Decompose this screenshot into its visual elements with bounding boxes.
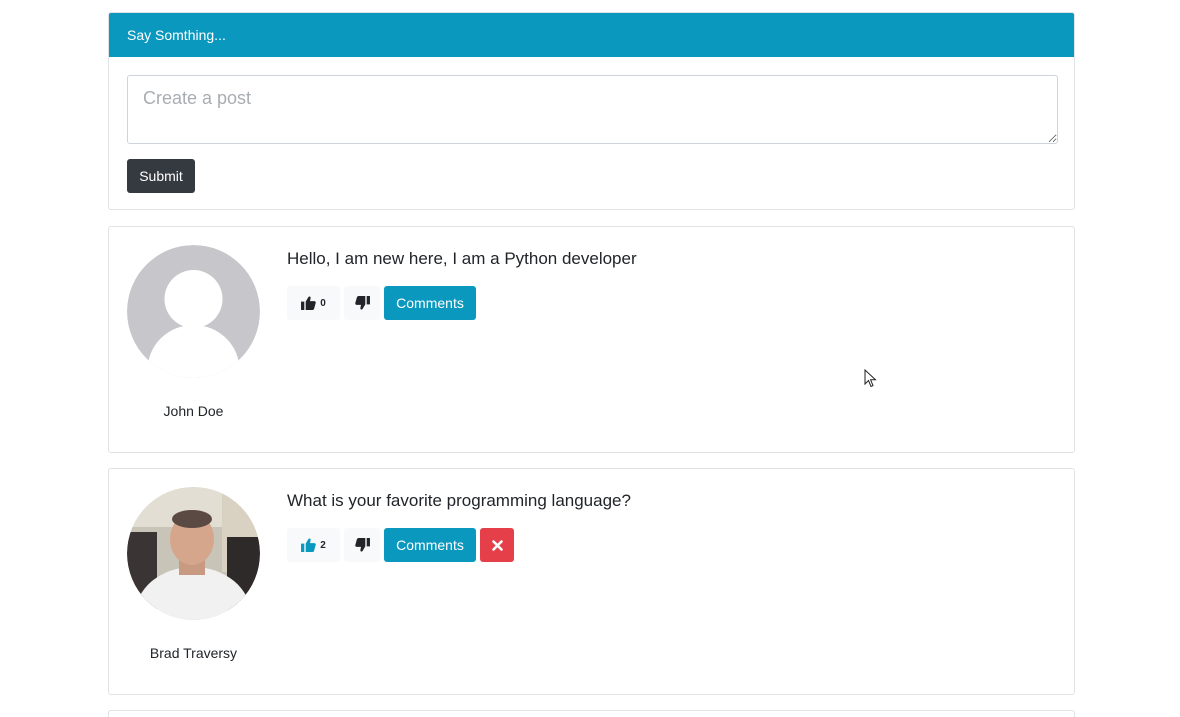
comments-button[interactable]: Comments (384, 286, 476, 320)
like-count: 0 (320, 297, 326, 309)
post-text: Hello, I am new here, I am a Python deve… (287, 249, 637, 268)
unlike-button[interactable] (344, 286, 380, 320)
post-item: John Doe Hello, I am new here, I am a Py… (108, 226, 1075, 453)
post-form-card: Say Somthing... Submit (108, 12, 1075, 210)
unlike-button[interactable] (344, 528, 380, 562)
delete-post-button[interactable] (480, 528, 514, 562)
like-button[interactable]: 0 (287, 286, 340, 320)
comments-button[interactable]: Comments (384, 528, 476, 562)
thumbs-up-icon (301, 296, 316, 310)
post-item: Brad Traversy What is your favorite prog… (108, 468, 1075, 695)
thumbs-up-icon (301, 538, 316, 552)
submit-button[interactable]: Submit (127, 159, 195, 193)
post-text-input[interactable] (127, 75, 1058, 144)
post-feed-page: Say Somthing... Submit John Doe Hello, I… (0, 0, 1180, 717)
like-count: 2 (320, 539, 326, 551)
post-form-header: Say Somthing... (109, 13, 1074, 57)
thumbs-down-icon (354, 296, 370, 310)
post-item (108, 710, 1075, 717)
mouse-cursor-icon (864, 369, 877, 388)
post-actions: 0 Comments (287, 286, 476, 320)
author-profile-link[interactable] (127, 245, 260, 378)
author-name: John Doe (163, 403, 224, 419)
post-actions: 2 Comments (287, 528, 514, 562)
thumbs-down-icon (354, 538, 370, 552)
post-text: What is your favorite programming langua… (287, 491, 631, 510)
author-profile-link[interactable] (127, 487, 260, 620)
user-photo-avatar (127, 487, 260, 620)
times-icon (491, 539, 503, 551)
author-name: Brad Traversy (149, 645, 238, 661)
like-button[interactable]: 2 (287, 528, 340, 562)
default-avatar-icon (127, 245, 260, 378)
